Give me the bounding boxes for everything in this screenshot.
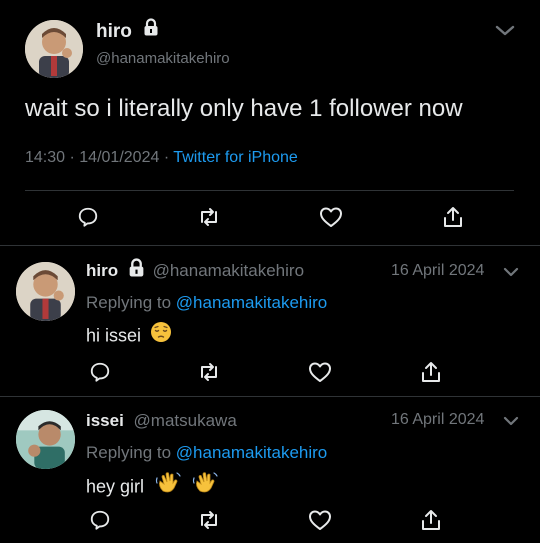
reply-author-handle[interactable]: @matsukawa xyxy=(134,411,237,430)
reply-text: hey girl xyxy=(86,476,145,497)
chevron-down-icon[interactable] xyxy=(494,22,516,40)
avatar-hiro-icon xyxy=(25,20,83,78)
replying-to-handle[interactable]: @hanamakitakehiro xyxy=(176,293,327,312)
reply-avatar[interactable] xyxy=(16,262,75,321)
share-icon[interactable] xyxy=(420,508,442,532)
share-icon[interactable] xyxy=(442,205,464,229)
tweet-meta: 14:30 · 14/01/2024 · Twitter for iPhone xyxy=(25,149,298,167)
reply-text-row: hi issei xyxy=(86,322,172,348)
tweet-time: 14:30 xyxy=(25,149,66,166)
retweet-icon[interactable] xyxy=(196,509,222,531)
author-display-name[interactable]: hiro xyxy=(96,21,132,42)
replying-to: Replying to @hanamakitakehiro xyxy=(86,443,327,463)
reply-author-name[interactable]: hiro xyxy=(86,261,118,280)
reply-author-name[interactable]: issei xyxy=(86,411,124,430)
replying-to-label: Replying to xyxy=(86,293,172,312)
replying-to: Replying to @hanamakitakehiro xyxy=(86,293,327,313)
reply-author-handle[interactable]: @hanamakitakehiro xyxy=(153,261,304,280)
author-avatar[interactable] xyxy=(25,20,83,78)
reply-date: 16 April 2024 xyxy=(391,262,485,279)
reply-avatar[interactable] xyxy=(16,410,75,469)
reply-icon[interactable] xyxy=(89,361,111,383)
divider xyxy=(25,190,514,191)
reply-header: issei @matsukawa xyxy=(86,411,237,431)
replying-to-label: Replying to xyxy=(86,443,172,462)
meta-separator: · xyxy=(69,149,75,166)
tweet-text: wait so i literally only have 1 follower… xyxy=(25,95,463,122)
divider xyxy=(0,396,540,397)
pensive-face-icon xyxy=(150,321,172,348)
waving-hand-icon xyxy=(192,471,218,500)
tweet-date: 14/01/2024 xyxy=(79,149,160,166)
divider xyxy=(0,245,540,246)
retweet-icon[interactable] xyxy=(196,206,222,228)
author-name-row: hiro xyxy=(96,18,159,43)
avatar-issei-icon xyxy=(16,410,75,469)
waving-hand-icon xyxy=(155,471,181,500)
like-icon[interactable] xyxy=(319,206,343,228)
avatar-hiro-icon xyxy=(16,262,75,321)
reply-icon[interactable] xyxy=(77,206,99,228)
share-icon[interactable] xyxy=(420,360,442,384)
chevron-down-icon[interactable] xyxy=(502,265,520,279)
reply-date: 16 April 2024 xyxy=(391,411,485,428)
lock-icon xyxy=(143,18,159,42)
tweet-source-link[interactable]: Twitter for iPhone xyxy=(173,149,298,166)
lock-icon xyxy=(128,258,145,282)
reply-header: hiro @hanamakitakehiro xyxy=(86,258,304,282)
retweet-icon[interactable] xyxy=(196,361,222,383)
like-icon[interactable] xyxy=(308,509,332,531)
meta-separator: · xyxy=(163,149,170,166)
reply-text-row: hey girl xyxy=(86,472,218,500)
like-icon[interactable] xyxy=(308,361,332,383)
reply-icon[interactable] xyxy=(89,509,111,531)
replying-to-handle[interactable]: @hanamakitakehiro xyxy=(176,443,327,462)
reply-text: hi issei xyxy=(86,325,142,346)
chevron-down-icon[interactable] xyxy=(502,414,520,428)
author-handle[interactable]: @hanamakitakehiro xyxy=(96,50,230,67)
